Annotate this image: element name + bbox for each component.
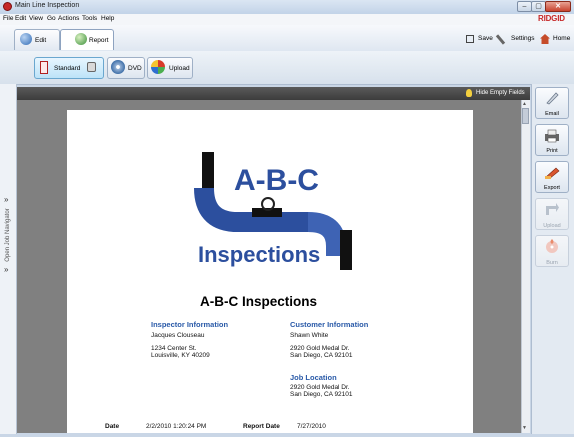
window-title: Main Line Inspection	[15, 2, 80, 9]
hide-empty-fields-button[interactable]: Hide Empty Fields	[463, 88, 540, 99]
email-label: Email	[545, 111, 559, 117]
scroll-down-icon[interactable]: ▼	[522, 425, 527, 431]
edit-icon	[20, 33, 32, 45]
inspector-heading: Inspector Information	[151, 320, 229, 329]
logo-bar-right	[340, 230, 352, 270]
job-address-line2: San Diego, CA 92101	[290, 391, 353, 398]
customer-address-line2: San Diego, CA 92101	[290, 352, 353, 359]
menu-edit[interactable]: Edit	[15, 15, 26, 22]
settings-button[interactable]: Settings	[511, 35, 535, 42]
vertical-scrollbar[interactable]	[521, 100, 530, 433]
menu-view[interactable]: View	[29, 15, 43, 22]
printer-icon	[545, 129, 559, 143]
save-button[interactable]: Save	[478, 35, 493, 42]
menu-actions[interactable]: Actions	[58, 15, 79, 22]
job-location-heading: Job Location	[290, 373, 337, 382]
export-label: Export	[544, 185, 560, 191]
menu-help[interactable]: Help	[101, 15, 114, 22]
home-button[interactable]: Home	[553, 35, 570, 42]
report-date-value: 7/27/2010	[297, 423, 326, 430]
customer-name: Shawn White	[290, 332, 329, 339]
print-label: Print	[546, 148, 558, 154]
menu-tools[interactable]: Tools	[82, 15, 97, 22]
scroll-thumb[interactable]	[522, 108, 529, 124]
app-icon	[3, 2, 12, 11]
email-icon	[546, 92, 559, 105]
report-icon	[75, 33, 87, 45]
expand-arrow-icon[interactable]: »	[4, 265, 8, 274]
viewer-header	[17, 87, 530, 100]
upload-globe-icon	[151, 60, 165, 74]
scroll-up-icon[interactable]: ▲	[522, 101, 527, 107]
close-button[interactable]: ✕	[545, 1, 571, 12]
customer-address-line1: 2920 Gold Medal Dr.	[290, 345, 350, 352]
abc-inspections-logo: A-B-C Inspections	[194, 152, 352, 270]
minimize-button[interactable]: –	[517, 1, 532, 12]
inspector-name: Jacques Clouseau	[151, 332, 205, 339]
maximize-button[interactable]: ▢	[531, 1, 546, 12]
upload-label: Upload	[169, 65, 190, 72]
menu-file[interactable]: File	[3, 15, 13, 22]
dvd-label: DVD	[128, 65, 142, 72]
brand-logo: RIDGID	[538, 14, 565, 23]
logo-text-inspections: Inspections	[198, 242, 320, 267]
dvd-icon	[111, 60, 125, 74]
standard-label: Standard	[54, 65, 81, 72]
logo-bar-left	[202, 152, 214, 190]
export-icon	[545, 167, 560, 179]
report-date-label: Report Date	[243, 423, 280, 430]
upload-side-label: Upload	[543, 223, 561, 229]
report-title: A-B-C Inspections	[200, 294, 318, 309]
customer-heading: Customer Information	[290, 320, 369, 329]
title-bar	[0, 0, 574, 15]
tab-edit-label: Edit	[35, 37, 47, 44]
menu-go[interactable]: Go	[47, 15, 56, 22]
tab-report-label: Report	[89, 37, 109, 44]
burn-disc-icon	[546, 239, 558, 253]
inspector-address-line1: 1234 Center St.	[151, 345, 197, 352]
burn-label: Burn	[546, 260, 558, 266]
job-navigator-label[interactable]: Open Job Navigator	[5, 203, 11, 267]
lock-icon[interactable]	[87, 62, 96, 72]
save-icon[interactable]	[466, 35, 474, 43]
inspector-address-line2: Louisville, KY 40209	[151, 352, 210, 359]
upload-arrow-icon	[546, 203, 559, 215]
document-icon	[40, 61, 48, 74]
job-address-line1: 2920 Gold Medal Dr.	[290, 384, 350, 391]
date-value: 2/2/2010 1:20:24 PM	[146, 423, 207, 430]
logo-text-abc: A-B-C	[234, 164, 319, 197]
date-label: Date	[105, 423, 120, 430]
